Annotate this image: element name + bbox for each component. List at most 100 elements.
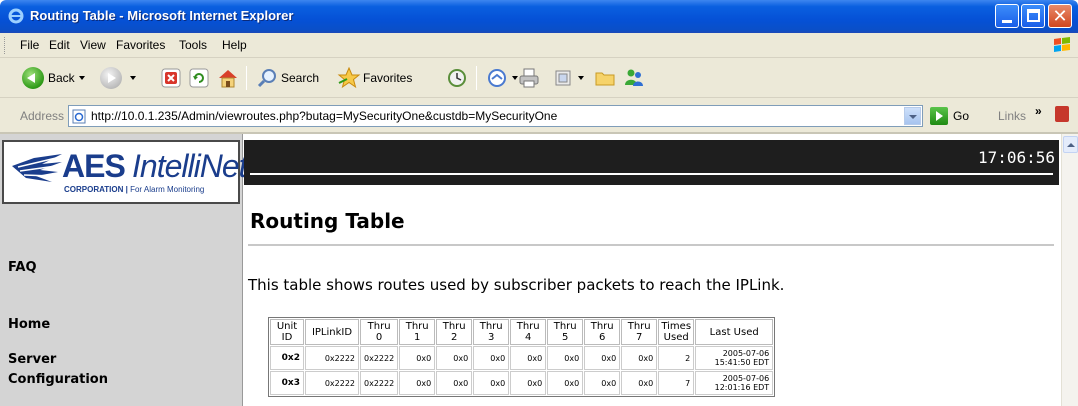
- table-row: 0x3 0x2222 0x2222 0x0 0x0 0x0 0x0 0x0 0x…: [270, 371, 774, 395]
- cell-thru-1: 0x0: [399, 346, 436, 370]
- cell-unit-id: 0x2: [270, 346, 304, 370]
- col-thru-3: Thru 3: [473, 319, 510, 345]
- messenger-icon: [625, 69, 643, 86]
- menu-view[interactable]: View: [80, 38, 106, 52]
- forward-dropdown-icon[interactable]: [130, 76, 136, 80]
- vertical-scrollbar[interactable]: [1061, 134, 1078, 406]
- cell-thru-6: 0x0: [584, 371, 621, 395]
- col-thru-4: Thru 4: [510, 319, 547, 345]
- stop-icon: [161, 68, 181, 88]
- col-thru-6: Thru 6: [584, 319, 621, 345]
- stop-button[interactable]: [160, 66, 182, 90]
- title-bar: Routing Table - Microsoft Internet Explo…: [0, 0, 1078, 33]
- favorites-star-icon: [337, 67, 361, 89]
- table-row: 0x2 0x2222 0x2222 0x0 0x0 0x0 0x0 0x0 0x…: [270, 346, 774, 370]
- windows-logo-icon: [1054, 37, 1070, 52]
- page-icon: [72, 109, 86, 124]
- address-input[interactable]: http://10.0.1.235/Admin/viewroutes.php?b…: [68, 105, 923, 127]
- cell-last-used: 2005-07-06 15:41:50 EDT: [695, 346, 774, 370]
- header-band: 17:06:56: [244, 140, 1059, 185]
- minimize-button[interactable]: [995, 4, 1019, 28]
- links-label[interactable]: Links: [998, 109, 1026, 123]
- header-rule: [250, 173, 1053, 175]
- print-button[interactable]: [518, 66, 540, 90]
- cell-thru-3: 0x0: [473, 346, 510, 370]
- address-dropdown-icon[interactable]: [904, 107, 921, 125]
- mail-button[interactable]: [486, 66, 518, 90]
- toolbar-separator: [476, 66, 477, 90]
- close-button[interactable]: ✕: [1048, 4, 1072, 28]
- cell-thru-6: 0x0: [584, 346, 621, 370]
- toolbar-separator: [246, 66, 247, 90]
- cell-thru-4: 0x0: [510, 371, 547, 395]
- favorites-button[interactable]: Favorites: [337, 66, 412, 90]
- page-title: Routing Table: [250, 209, 405, 233]
- cell-thru-2: 0x0: [436, 371, 473, 395]
- cell-thru-7: 0x0: [621, 346, 658, 370]
- address-label: Address: [20, 109, 65, 123]
- aes-intellinet-logo[interactable]: AES IntelliNet CORPORATION | For Alarm M…: [2, 140, 247, 204]
- cell-thru-5: 0x0: [547, 371, 584, 395]
- table-header-row: Unit ID IPLinkID Thru 0 Thru 1 Thru 2 Th…: [270, 319, 774, 345]
- messenger-button[interactable]: [622, 66, 646, 90]
- col-thru-7: Thru 7: [621, 319, 658, 345]
- maximize-icon: [1027, 9, 1040, 22]
- minimize-icon: [1002, 20, 1012, 23]
- page-content: AES IntelliNet CORPORATION | For Alarm M…: [0, 134, 1078, 406]
- logo-tagline: For Alarm Monitoring: [130, 185, 205, 194]
- last-used-date: 2005-07-06: [722, 374, 770, 383]
- mail-icon: [488, 69, 506, 87]
- clock-display: 17:06:56: [977, 148, 1055, 167]
- scroll-up-arrow-icon[interactable]: [1063, 136, 1078, 153]
- routing-table: Unit ID IPLinkID Thru 0 Thru 1 Thru 2 Th…: [268, 317, 776, 397]
- cell-thru-5: 0x0: [547, 346, 584, 370]
- links-chevron-icon[interactable]: »: [1035, 104, 1042, 118]
- col-iplinkid: IPLinkID: [305, 319, 359, 345]
- col-thru-1: Thru 1: [399, 319, 436, 345]
- menu-favorites[interactable]: Favorites: [116, 38, 165, 52]
- forward-button[interactable]: [100, 66, 136, 90]
- refresh-icon: [189, 68, 209, 88]
- last-used-time: 15:41:50 EDT: [714, 358, 770, 367]
- edit-dropdown-icon[interactable]: [578, 76, 584, 80]
- logo-corporation: CORPORATION: [64, 185, 124, 194]
- refresh-button[interactable]: [188, 66, 210, 90]
- menu-edit[interactable]: Edit: [49, 38, 70, 52]
- cell-thru-7: 0x0: [621, 371, 658, 395]
- cell-thru-0: 0x2222: [360, 346, 399, 370]
- cell-iplinkid: 0x2222: [305, 346, 359, 370]
- menu-grip[interactable]: [4, 37, 7, 54]
- menu-file[interactable]: File: [20, 38, 39, 52]
- cell-thru-3: 0x0: [473, 371, 510, 395]
- intro-text: This table shows routes used by subscrib…: [248, 276, 785, 294]
- discuss-button[interactable]: [594, 66, 616, 90]
- cell-iplinkid: 0x2222: [305, 371, 359, 395]
- edit-page-icon: [555, 70, 571, 86]
- edit-button[interactable]: [552, 66, 584, 90]
- home-button[interactable]: [216, 66, 240, 90]
- logo-subtitle: CORPORATION | For Alarm Monitoring: [64, 185, 205, 194]
- history-button[interactable]: [446, 66, 468, 90]
- menu-bar: File Edit View Favorites Tools Help: [0, 33, 1078, 58]
- toolbar-extension-icon[interactable]: [1055, 106, 1069, 122]
- col-thru-0: Thru 0: [360, 319, 399, 345]
- favorites-label: Favorites: [363, 71, 413, 85]
- cell-last-used: 2005-07-06 12:01:16 EDT: [695, 371, 774, 395]
- go-label: Go: [953, 109, 970, 123]
- search-icon: [257, 69, 276, 88]
- menu-tools[interactable]: Tools: [179, 38, 207, 52]
- menu-help[interactable]: Help: [222, 38, 247, 52]
- back-button[interactable]: Back: [22, 66, 85, 90]
- maximize-button[interactable]: [1021, 4, 1045, 28]
- cell-thru-1: 0x0: [399, 371, 436, 395]
- sidebar-item-faq[interactable]: FAQ: [8, 258, 37, 278]
- cell-times-used: 7: [658, 371, 695, 395]
- sidebar-item-server-configuration[interactable]: Server Configuration: [8, 350, 128, 390]
- print-icon: [519, 68, 539, 88]
- search-button[interactable]: Search: [256, 66, 319, 90]
- back-dropdown-icon[interactable]: [78, 76, 85, 80]
- cell-thru-0: 0x2222: [360, 371, 399, 395]
- go-button[interactable]: Go: [930, 107, 969, 125]
- last-used-date: 2005-07-06: [722, 349, 770, 358]
- sidebar-item-home[interactable]: Home: [8, 315, 50, 335]
